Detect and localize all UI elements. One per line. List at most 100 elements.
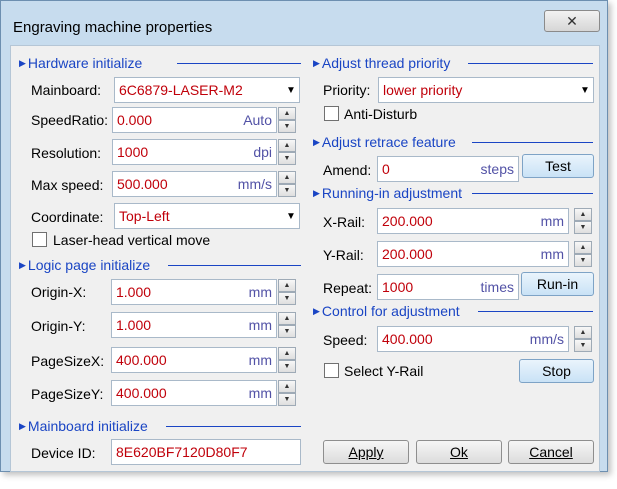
coordinate-select[interactable]: Top-Left ▼	[114, 203, 300, 229]
spin-up-icon[interactable]: ▲	[278, 171, 296, 184]
spin-down-icon[interactable]: ▼	[278, 120, 296, 133]
anti-disturb-checkbox[interactable]	[324, 106, 339, 121]
spin-down-icon[interactable]: ▼	[278, 292, 296, 305]
thread-priority-group-label: Adjust thread priority	[321, 55, 451, 71]
x-rail-unit: mm	[540, 213, 564, 229]
coordinate-value: Top-Left	[119, 208, 170, 224]
page-size-x-value: 400.000	[116, 352, 167, 368]
spin-down-icon[interactable]: ▼	[574, 221, 592, 234]
speed-ratio-spinner[interactable]: ▲ ▼	[278, 107, 296, 133]
resolution-value: 1000	[117, 144, 149, 160]
speed-ratio-input[interactable]: 0.000 Auto	[112, 107, 277, 133]
test-button[interactable]: Test	[522, 154, 594, 178]
amend-label: Amend:	[323, 162, 372, 178]
spin-down-icon[interactable]: ▼	[574, 254, 592, 267]
priority-select[interactable]: lower priority ▼	[378, 77, 594, 103]
spin-up-icon[interactable]: ▲	[278, 139, 296, 152]
page-size-y-spinner[interactable]: ▲ ▼	[278, 380, 296, 406]
page-size-x-spinner[interactable]: ▲ ▼	[278, 347, 296, 373]
origin-x-input[interactable]: 1.000 mm	[111, 279, 277, 305]
mainboard-init-group-label: Mainboard initialize	[27, 418, 148, 434]
group-arrow-icon: ▶	[313, 305, 320, 316]
y-rail-spinner[interactable]: ▲ ▼	[574, 241, 592, 267]
chevron-down-icon[interactable]: ▼	[283, 204, 299, 228]
spin-up-icon[interactable]: ▲	[574, 326, 592, 339]
spin-down-icon[interactable]: ▼	[278, 152, 296, 165]
vertical-move-checkbox[interactable]	[32, 232, 47, 247]
y-rail-label: Y-Rail:	[323, 247, 364, 263]
repeat-input[interactable]: 1000 times	[377, 274, 519, 300]
hardware-group-line	[177, 63, 301, 64]
speed-label: Speed:	[323, 332, 368, 348]
x-rail-spinner[interactable]: ▲ ▼	[574, 208, 592, 234]
group-arrow-icon: ▶	[19, 259, 26, 270]
x-rail-input[interactable]: 200.000 mm	[377, 208, 569, 234]
amend-input[interactable]: 0 steps	[377, 156, 519, 182]
speed-input[interactable]: 400.000 mm/s	[377, 326, 569, 352]
speed-spinner[interactable]: ▲ ▼	[574, 326, 592, 352]
vertical-move-label: Laser-head vertical move	[53, 232, 211, 248]
priority-label: Priority:	[323, 82, 371, 98]
spin-up-icon[interactable]: ▲	[278, 312, 296, 325]
max-speed-spinner[interactable]: ▲ ▼	[278, 171, 296, 197]
spin-down-icon[interactable]: ▼	[278, 184, 296, 197]
stop-button[interactable]: Stop	[519, 359, 594, 383]
page-size-y-label: PageSizeY:	[31, 386, 104, 402]
spin-down-icon[interactable]: ▼	[278, 360, 296, 373]
resolution-input[interactable]: 1000 dpi	[112, 139, 277, 165]
max-speed-input[interactable]: 500.000 mm/s	[112, 171, 277, 197]
running-in-group-line	[472, 193, 593, 194]
chevron-down-icon[interactable]: ▼	[577, 78, 593, 102]
page-size-y-value: 400.000	[116, 385, 167, 401]
hardware-group-title: ▶ Hardware initialize	[19, 54, 142, 72]
chevron-down-icon[interactable]: ▼	[283, 78, 299, 102]
cancel-button[interactable]: Cancel	[508, 440, 594, 464]
spin-up-icon[interactable]: ▲	[574, 241, 592, 254]
resolution-spinner[interactable]: ▲ ▼	[278, 139, 296, 165]
origin-x-value: 1.000	[116, 284, 152, 300]
thread-priority-group-line	[468, 63, 593, 64]
amend-value: 0	[382, 161, 390, 177]
spin-up-icon[interactable]: ▲	[278, 380, 296, 393]
anti-disturb-label: Anti-Disturb	[344, 106, 418, 122]
speed-ratio-unit: Auto	[243, 112, 272, 128]
y-rail-input[interactable]: 200.000 mm	[377, 241, 569, 267]
retrace-group-title: ▶ Adjust retrace feature	[313, 133, 456, 151]
group-arrow-icon: ▶	[19, 420, 26, 431]
spin-up-icon[interactable]: ▲	[574, 208, 592, 221]
x-rail-label: X-Rail:	[323, 214, 366, 230]
origin-y-spinner[interactable]: ▲ ▼	[278, 312, 296, 338]
logic-page-group-title: ▶ Logic page initialize	[19, 256, 150, 274]
page-size-x-input[interactable]: 400.000 mm	[111, 347, 277, 373]
control-group-line	[478, 311, 593, 312]
page-size-y-input[interactable]: 400.000 mm	[111, 380, 277, 406]
page-size-x-unit: mm	[248, 352, 272, 368]
mainboard-value: 6C6879-LASER-M2	[119, 82, 243, 98]
run-in-button[interactable]: Run-in	[521, 272, 594, 296]
speed-ratio-label: SpeedRatio:	[31, 112, 109, 128]
spin-down-icon[interactable]: ▼	[574, 339, 592, 352]
running-in-group-label: Running-in adjustment	[321, 185, 463, 201]
amend-unit: steps	[480, 161, 514, 177]
repeat-unit: times	[480, 279, 514, 295]
spin-down-icon[interactable]: ▼	[278, 393, 296, 406]
close-button[interactable]: ✕	[544, 10, 600, 32]
thread-priority-group-title: ▶ Adjust thread priority	[313, 54, 450, 72]
mainboard-select[interactable]: 6C6879-LASER-M2 ▼	[114, 77, 300, 103]
spin-up-icon[interactable]: ▲	[278, 107, 296, 120]
speed-value: 400.000	[382, 331, 433, 347]
select-y-rail-checkbox[interactable]	[324, 363, 339, 378]
mainboard-init-group-title: ▶ Mainboard initialize	[19, 417, 148, 435]
resolution-label: Resolution:	[31, 145, 102, 161]
apply-button[interactable]: Apply	[323, 440, 409, 464]
device-id-value: 8E620BF7120D80F7	[116, 444, 248, 460]
origin-y-label: Origin-Y:	[31, 318, 86, 334]
spin-up-icon[interactable]: ▲	[278, 279, 296, 292]
spin-up-icon[interactable]: ▲	[278, 347, 296, 360]
spin-down-icon[interactable]: ▼	[278, 325, 296, 338]
origin-x-spinner[interactable]: ▲ ▼	[278, 279, 296, 305]
device-id-input[interactable]: 8E620BF7120D80F7	[111, 439, 301, 465]
origin-y-input[interactable]: 1.000 mm	[111, 312, 277, 338]
origin-x-label: Origin-X:	[31, 284, 87, 300]
ok-button[interactable]: Ok	[416, 440, 502, 464]
